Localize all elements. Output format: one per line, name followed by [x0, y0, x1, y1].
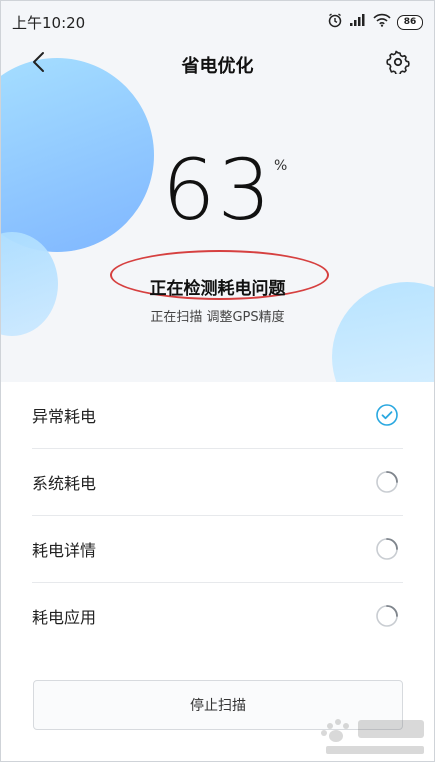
- signal-icon: [349, 13, 367, 31]
- percent-unit: %: [274, 158, 288, 174]
- top-app-bar: 省电优化: [0, 42, 435, 84]
- status-bar: 上午10:20 86: [0, 0, 435, 44]
- baidu-watermark-logo: [321, 719, 424, 754]
- page-title: 省电优化: [181, 56, 254, 77]
- scan-status: 正在检测耗电问题: [149, 279, 286, 299]
- item-label: 系统耗电: [32, 474, 97, 493]
- progress-percent: 63: [162, 141, 273, 239]
- scan-substatus: 正在扫描 调整GPS精度: [150, 310, 285, 325]
- check-circle-icon: [375, 403, 399, 427]
- battery-icon: 86: [397, 14, 423, 30]
- list-item: 异常耗电: [32, 382, 403, 449]
- loading-spinner-icon: [375, 537, 399, 561]
- status-time: 上午10:20: [12, 13, 86, 32]
- scan-progress: 63 %: [0, 142, 435, 238]
- item-label: 异常耗电: [32, 407, 97, 426]
- check-list: 异常耗电 系统耗电 耗电详情 耗电应用: [0, 382, 435, 649]
- loading-spinner-icon: [375, 604, 399, 628]
- status-icons: 86: [327, 12, 423, 32]
- loading-spinner-icon: [375, 470, 399, 494]
- settings-button[interactable]: [384, 50, 412, 78]
- item-label: 耗电详情: [32, 541, 97, 560]
- list-item: 耗电详情: [32, 516, 403, 583]
- alarm-icon: [327, 12, 343, 32]
- gear-icon: [386, 50, 410, 78]
- list-item: 耗电应用: [32, 583, 403, 649]
- list-item: 系统耗电: [32, 449, 403, 516]
- wifi-icon: [373, 13, 391, 31]
- item-label: 耗电应用: [32, 608, 97, 627]
